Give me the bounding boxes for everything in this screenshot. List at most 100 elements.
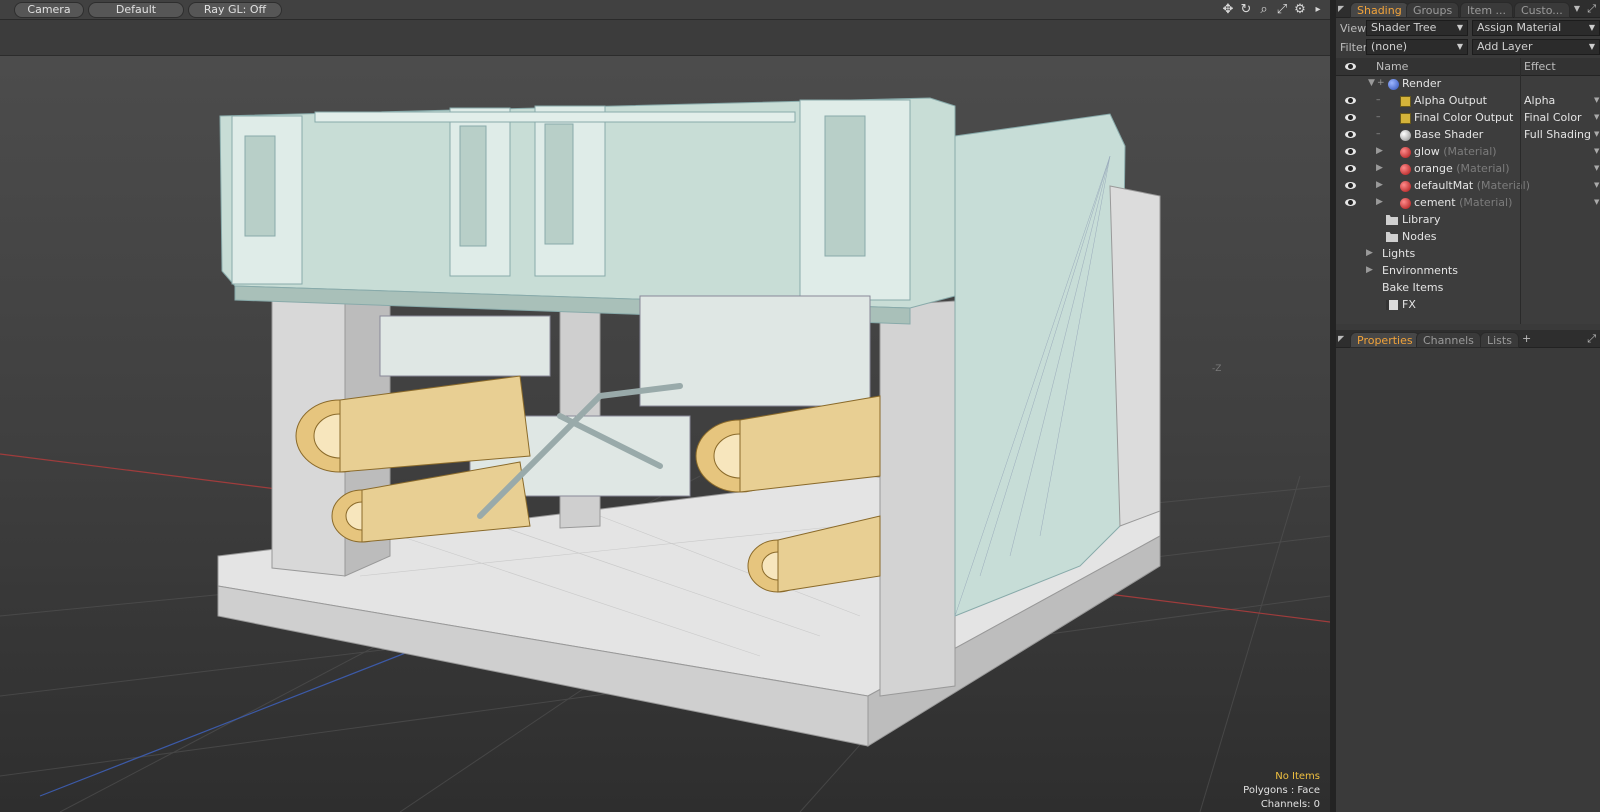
expand-arrow-icon[interactable]: ▶ <box>1366 248 1373 258</box>
expand-arrow-icon[interactable]: ▶ <box>1376 163 1383 173</box>
expand-arrow-icon[interactable]: ▶ <box>1376 197 1383 207</box>
chevron-down-icon[interactable]: ▼ <box>1594 181 1599 189</box>
output-icon <box>1400 113 1411 124</box>
tree-row-glow[interactable]: ▶ glow (Material) ▼ <box>1336 144 1600 161</box>
rotate-icon[interactable]: ↻ <box>1238 2 1254 18</box>
chevron-down-icon[interactable]: ▼ <box>1594 198 1599 206</box>
tree-row-bake-items[interactable]: Bake Items <box>1336 280 1600 297</box>
tab-groups[interactable]: Groups <box>1406 2 1460 18</box>
tab-shading[interactable]: Shading <box>1350 2 1409 18</box>
visibility-eye-icon[interactable] <box>1344 181 1358 191</box>
panel-menu-icon[interactable]: ◤ <box>1338 334 1348 344</box>
tree-row-nodes[interactable]: Nodes <box>1336 229 1600 246</box>
properties-body <box>1336 348 1600 812</box>
visibility-eye-icon[interactable] <box>1344 164 1358 174</box>
filter-select-value: (none) <box>1371 40 1408 53</box>
effect-value[interactable]: Full Shading <box>1524 128 1591 141</box>
tree-row-library[interactable]: Library <box>1336 212 1600 229</box>
visibility-eye-icon[interactable] <box>1344 130 1358 140</box>
effect-column-header[interactable]: Effect <box>1524 60 1556 73</box>
column-separator[interactable] <box>1520 58 1521 324</box>
tree-row-defaultmat[interactable]: ▶ defaultMat (Material) ▼ <box>1336 178 1600 195</box>
tab-item[interactable]: Item ... <box>1460 2 1514 18</box>
chevron-down-icon[interactable]: ▼ <box>1594 147 1599 155</box>
expand-arrow-icon[interactable]: ▶ <box>1376 180 1383 190</box>
expand-arrow-icon[interactable]: ▶ <box>1376 146 1383 156</box>
zoom-icon[interactable]: ⌕ <box>1256 2 1272 18</box>
chevron-down-icon: ▼ <box>1588 42 1595 51</box>
expand-arrow-icon[interactable]: ▶ <box>1366 265 1373 275</box>
tab-lists[interactable]: Lists <box>1480 332 1519 348</box>
fx-icon <box>1386 300 1398 310</box>
fit-icon[interactable]: ⤢ <box>1274 2 1290 18</box>
tree-row-render[interactable]: ▼ + Render <box>1336 76 1600 93</box>
assign-material-label: Assign Material <box>1477 21 1562 34</box>
scene-render <box>0 97 1330 812</box>
chevron-down-icon[interactable]: ▼ <box>1594 113 1599 121</box>
view-select-value: Shader Tree <box>1371 21 1437 34</box>
shader-tree-header: Name Effect <box>1336 58 1600 76</box>
tree-row-fx[interactable]: FX <box>1336 297 1600 314</box>
tree-row-environments[interactable]: ▶ Environments <box>1336 263 1600 280</box>
tree-item-label: Bake Items <box>1382 281 1444 294</box>
tree-item-label: cement (Material) <box>1414 196 1513 209</box>
tree-connector-icon: – <box>1376 112 1381 122</box>
right-panel: ◤ Shading Groups Item ... Custo... ▼ ⤢ V… <box>1336 0 1600 812</box>
chevron-down-icon[interactable]: ▼ <box>1594 130 1599 138</box>
tree-row-orange[interactable]: ▶ orange (Material) ▼ <box>1336 161 1600 178</box>
visibility-eye-icon[interactable] <box>1344 96 1358 106</box>
tree-connector-icon: – <box>1376 129 1381 139</box>
selection-status: No Items <box>1275 771 1320 782</box>
filter-select[interactable]: (none) ▼ <box>1366 39 1468 55</box>
visibility-eye-icon[interactable] <box>1344 113 1358 123</box>
move-icon[interactable]: ✥ <box>1220 2 1236 18</box>
maximize-panel-icon[interactable]: ⤢ <box>1587 2 1596 16</box>
chevron-down-icon[interactable]: ▼ <box>1594 96 1599 104</box>
add-tab-icon[interactable]: + <box>1522 332 1531 345</box>
tab-custom[interactable]: Custo... <box>1514 2 1570 18</box>
visibility-eye-icon[interactable] <box>1344 147 1358 157</box>
camera-button[interactable]: Camera <box>14 2 84 18</box>
tree-connector-icon: – <box>1376 95 1381 105</box>
maximize-panel-icon[interactable]: ⤢ <box>1587 332 1596 346</box>
shading-style-button[interactable]: Default <box>88 2 184 18</box>
expand-arrow-icon[interactable]: ▼ <box>1368 78 1375 88</box>
more-icon[interactable]: ▸ <box>1310 2 1326 18</box>
tree-item-label: defaultMat (Material) <box>1414 179 1531 192</box>
right-pillar <box>879 300 956 697</box>
effect-value[interactable]: Alpha <box>1524 94 1555 107</box>
visibility-eye-icon[interactable] <box>1344 198 1358 208</box>
sphere-blue-icon <box>1388 79 1399 90</box>
add-layer-label: Add Layer <box>1477 40 1533 53</box>
tree-item-label: Base Shader <box>1414 128 1484 141</box>
tab-properties[interactable]: Properties <box>1350 332 1420 348</box>
view-select[interactable]: Shader Tree ▼ <box>1366 20 1468 36</box>
name-column-header[interactable]: Name <box>1376 60 1408 73</box>
shader-tree: ▼ + Render – Alpha Output Alpha ▼ – Fina… <box>1336 76 1600 324</box>
tree-row-base-shader[interactable]: – Base Shader Full Shading ▼ <box>1336 127 1600 144</box>
tab-channels[interactable]: Channels <box>1416 332 1481 348</box>
chevron-down-icon[interactable]: ▼ <box>1594 164 1599 172</box>
tab-dropdown-icon[interactable]: ▼ <box>1574 4 1580 13</box>
output-icon <box>1400 96 1411 107</box>
tree-row-cement[interactable]: ▶ cement (Material) ▼ <box>1336 195 1600 212</box>
gear-icon[interactable]: ⚙ <box>1292 2 1308 18</box>
viewport-info: No Items Polygons : Face Channels: 0 <box>1243 770 1320 812</box>
effect-value[interactable]: Final Color <box>1524 111 1582 124</box>
folder-icon <box>1386 232 1398 242</box>
view-label: View <box>1340 22 1367 35</box>
add-icon: + <box>1377 78 1385 88</box>
add-layer-button[interactable]: Add Layer ▼ <box>1472 39 1600 55</box>
tree-row-lights[interactable]: ▶ Lights <box>1336 246 1600 263</box>
visibility-header-icon[interactable] <box>1344 62 1358 72</box>
filter-label: Filter <box>1340 41 1368 54</box>
tree-item-label: glow (Material) <box>1414 145 1497 158</box>
assign-material-button[interactable]: Assign Material ▼ <box>1472 20 1600 36</box>
sphere-red-icon <box>1400 164 1411 175</box>
raygl-button[interactable]: Ray GL: Off <box>188 2 282 18</box>
tree-item-label: Library <box>1402 213 1441 226</box>
3d-viewport[interactable]: Camera Default Ray GL: Off ✥ ↻ ⌕ ⤢ ⚙ ▸ -… <box>0 0 1330 812</box>
tree-row-alpha-output[interactable]: – Alpha Output Alpha ▼ <box>1336 93 1600 110</box>
tree-row-final-color-output[interactable]: – Final Color Output Final Color ▼ <box>1336 110 1600 127</box>
panel-menu-icon[interactable]: ◤ <box>1338 4 1348 14</box>
